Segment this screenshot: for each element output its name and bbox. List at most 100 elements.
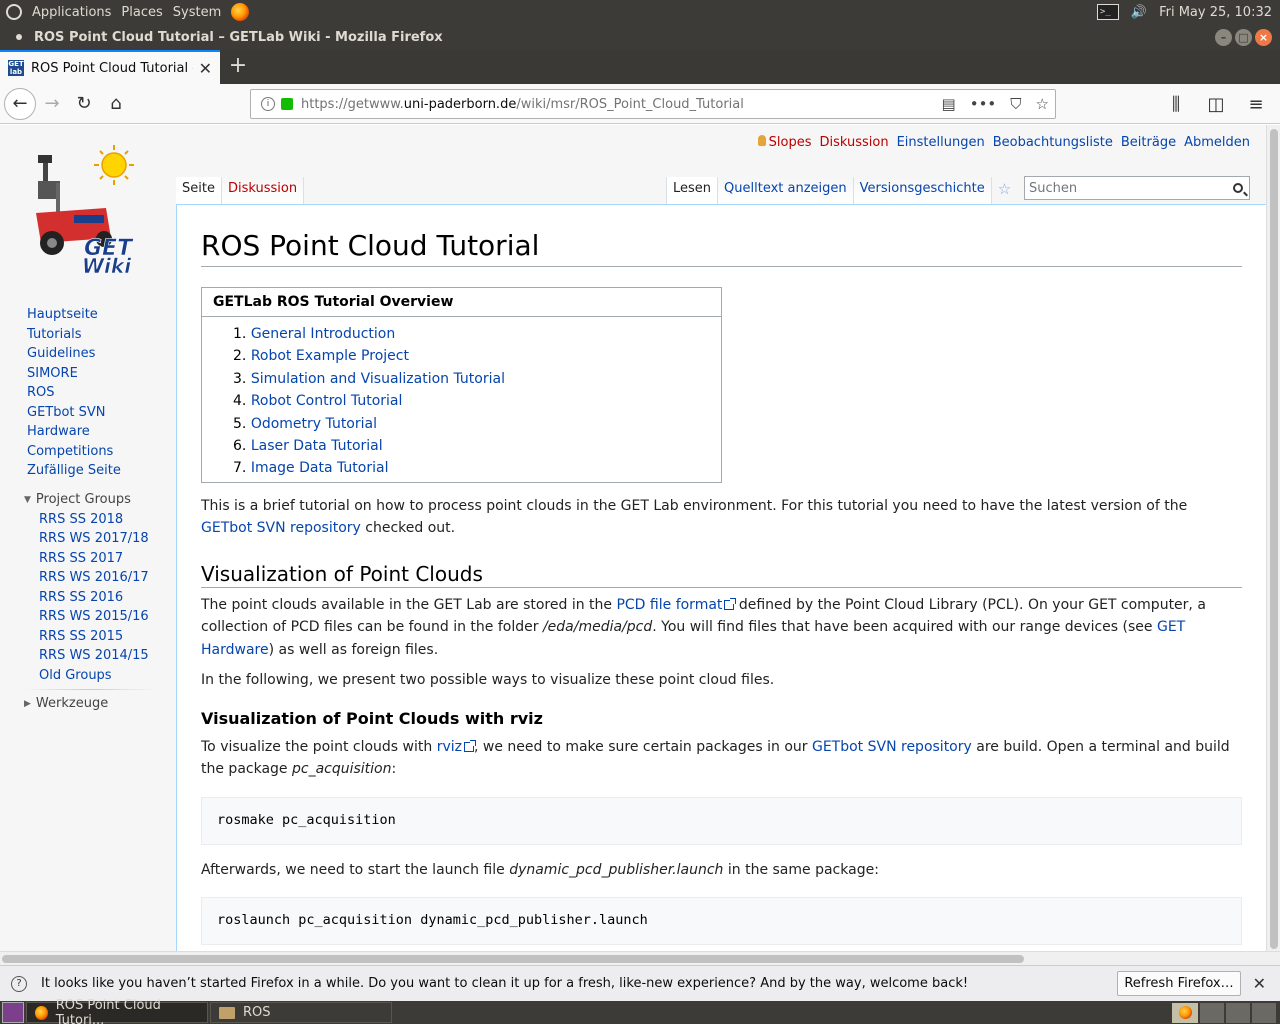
notification-text: It looks like you haven’t started Firefo…	[41, 976, 969, 991]
close-notification-icon[interactable]: ✕	[1253, 974, 1266, 993]
url-text[interactable]: https://getwww.uni-paderborn.de/wiki/msr…	[301, 97, 942, 112]
page-actions-icon[interactable]: •••	[970, 95, 997, 113]
window-menu-icon[interactable]	[16, 34, 22, 40]
tab-title: ROS Point Cloud Tutorial – GETLab Wiki	[31, 60, 193, 76]
terminal-icon[interactable]: >_	[1096, 4, 1119, 20]
tools-toggle[interactable]: ▶ Werkzeuge	[0, 694, 176, 714]
group-item[interactable]: RRS WS 2017/18	[28, 529, 176, 549]
sidebar-toggle-icon[interactable]: ◫	[1200, 88, 1232, 120]
tab-history[interactable]: Versionsgeschichte	[853, 177, 992, 205]
back-button[interactable]: ←	[4, 87, 36, 120]
taskbar-item-folder[interactable]: ROS	[210, 1002, 392, 1023]
group-item[interactable]: RRS SS 2017	[28, 549, 176, 569]
bookmark-star-icon[interactable]: ☆	[1036, 95, 1049, 113]
tab-strip: GETlab ROS Point Cloud Tutorial – GETLab…	[0, 50, 1280, 84]
watchlist-link[interactable]: Beobachtungsliste	[993, 135, 1113, 150]
refresh-firefox-button[interactable]: Refresh Firefox…	[1117, 971, 1241, 996]
svn-repository-link[interactable]: GETbot SVN repository	[201, 520, 361, 536]
secure-lock-icon[interactable]	[281, 98, 293, 110]
sidebar-item-simore[interactable]: SIMORE	[0, 364, 176, 384]
toc-item: 1. General Introduction	[233, 326, 396, 342]
site-info-icon[interactable]: i	[261, 97, 275, 111]
taskbar-item-firefox[interactable]: ROS Point Cloud Tutori...	[26, 998, 208, 1024]
rviz-link[interactable]: rviz	[437, 739, 476, 755]
group-item[interactable]: RRS SS 2016	[28, 588, 176, 608]
close-window-button[interactable]: ×	[1255, 28, 1272, 46]
code-block[interactable]: roslaunch pc_acquisition dynamic_pcd_pub…	[201, 897, 1242, 946]
toc-link[interactable]: Robot Example Project	[251, 348, 409, 364]
minimize-button[interactable]: –	[1215, 28, 1232, 46]
toc-link[interactable]: Robot Control Tutorial	[251, 393, 403, 409]
preferences-link[interactable]: Einstellungen	[897, 135, 985, 150]
group-item[interactable]: RRS SS 2015	[28, 627, 176, 647]
pcd-paragraph: The point clouds available in the GET La…	[201, 596, 1206, 658]
group-item[interactable]: RRS WS 2014/15	[28, 646, 176, 666]
workspace-switcher[interactable]	[1226, 1002, 1250, 1023]
url-bar[interactable]: i https://getwww.uni-paderborn.de/wiki/m…	[250, 89, 1056, 119]
system-menu[interactable]: System	[173, 5, 221, 20]
show-desktop-button[interactable]	[2, 1002, 24, 1023]
scroll-thumb[interactable]	[2, 955, 1024, 963]
user-talk-link[interactable]: Diskussion	[819, 135, 888, 150]
window-titlebar[interactable]: ROS Point Cloud Tutorial – GETLab Wiki -…	[0, 24, 1280, 50]
group-item[interactable]: RRS WS 2016/17	[28, 568, 176, 588]
reload-button[interactable]: ↻	[68, 88, 100, 120]
workspace-switcher[interactable]	[1252, 1002, 1276, 1023]
vertical-scrollbar[interactable]	[1266, 125, 1280, 951]
new-tab-button[interactable]: +	[220, 50, 256, 84]
tab-read[interactable]: Lesen	[666, 177, 719, 205]
volume-icon[interactable]: 🔊	[1131, 5, 1147, 20]
watch-star-icon[interactable]: ☆	[992, 177, 1017, 205]
code-block[interactable]: rosmake pc_acquisition	[201, 796, 1242, 845]
toc-link[interactable]: General Introduction	[251, 326, 395, 342]
toc-item: 4. Robot Control Tutorial	[233, 393, 403, 410]
tab-view-source[interactable]: Quelltext anzeigen	[718, 177, 854, 205]
horizontal-scrollbar[interactable]	[0, 951, 1280, 965]
pocket-icon[interactable]: ⛉	[1010, 95, 1021, 113]
contributions-link[interactable]: Beiträge	[1121, 135, 1176, 150]
search-icon[interactable]	[1233, 183, 1243, 193]
places-menu[interactable]: Places	[121, 5, 162, 20]
tab-discussion[interactable]: Diskussion	[221, 177, 305, 205]
pcd-format-link[interactable]: PCD file format	[616, 597, 737, 613]
sidebar-item-hardware[interactable]: Hardware	[0, 422, 176, 442]
sidebar-item-competitions[interactable]: Competitions	[0, 442, 176, 462]
applications-menu[interactable]: Applications	[32, 5, 111, 20]
group-item[interactable]: RRS SS 2018	[28, 510, 176, 530]
view-tabs: Lesen Quelltext anzeigen Versionsgeschic…	[666, 177, 1017, 205]
forward-button[interactable]: →	[36, 88, 68, 120]
toc-link[interactable]: Odometry Tutorial	[251, 416, 377, 432]
getwiki-logo[interactable]: GET Wiki	[26, 143, 156, 273]
toc-link[interactable]: Simulation and Visualization Tutorial	[251, 371, 505, 387]
library-icon[interactable]: ⫼	[1160, 88, 1192, 120]
ubuntu-logo-icon[interactable]	[6, 4, 22, 20]
workspace-switcher[interactable]	[1200, 1002, 1224, 1023]
logout-link[interactable]: Abmelden	[1184, 135, 1250, 150]
sidebar-item-tutorials[interactable]: Tutorials	[0, 325, 176, 345]
wiki-search-input[interactable]: Suchen	[1024, 176, 1250, 200]
close-tab-icon[interactable]: ✕	[199, 59, 212, 78]
reader-view-icon[interactable]: ▤	[942, 95, 956, 113]
sidebar-item-guidelines[interactable]: Guidelines	[0, 344, 176, 364]
toc-link[interactable]: Image Data Tutorial	[251, 460, 389, 476]
workspace-firefox-icon[interactable]	[1172, 1002, 1198, 1023]
user-link[interactable]: Slopes	[769, 135, 812, 150]
scroll-thumb[interactable]	[1270, 129, 1278, 949]
home-button[interactable]: ⌂	[100, 88, 132, 120]
clock[interactable]: Fri May 25, 10:32	[1159, 5, 1272, 20]
firefox-launcher-icon[interactable]	[231, 3, 250, 21]
sidebar-item-getbot-svn[interactable]: GETbot SVN	[0, 403, 176, 423]
sidebar-item-random-page[interactable]: Zufällige Seite	[0, 461, 176, 481]
maximize-button[interactable]: □	[1235, 28, 1252, 46]
sidebar-item-hauptseite[interactable]: Hauptseite	[0, 305, 176, 325]
group-item[interactable]: Old Groups	[28, 666, 176, 686]
browser-tab[interactable]: GETlab ROS Point Cloud Tutorial – GETLab…	[0, 50, 220, 84]
project-groups-toggle[interactable]: ▼ Project Groups	[0, 490, 176, 510]
sidebar-item-ros[interactable]: ROS	[0, 383, 176, 403]
group-item[interactable]: RRS WS 2015/16	[28, 607, 176, 627]
toc-link[interactable]: Laser Data Tutorial	[251, 438, 383, 454]
svn-repository-link[interactable]: GETbot SVN repository	[812, 739, 972, 755]
hamburger-menu-icon[interactable]: ≡	[1240, 88, 1272, 120]
tab-page[interactable]: Seite	[176, 177, 222, 205]
intro-paragraph: This is a brief tutorial on how to proce…	[201, 497, 1188, 537]
